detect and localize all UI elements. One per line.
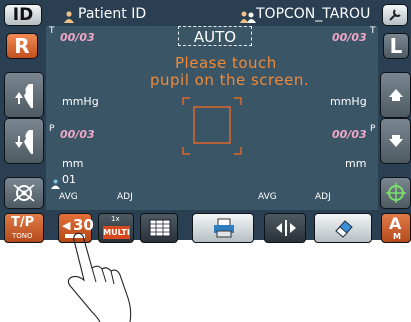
unit-mm-left: mm xyxy=(62,157,84,170)
operator-name: TOPCON_TAROU xyxy=(256,6,371,22)
wrench-icon xyxy=(389,9,401,21)
print-button[interactable] xyxy=(192,213,254,243)
manual-mode-label: M xyxy=(393,232,401,241)
pupil-target-reticle xyxy=(182,97,242,155)
count-arrow-icon: ◀ xyxy=(62,219,71,232)
touching-hand-icon xyxy=(67,232,132,322)
adj-label-right: ADJ xyxy=(315,192,331,202)
align-button[interactable] xyxy=(264,213,306,243)
multi-count-label: 1x xyxy=(111,215,120,223)
left-eye-button[interactable]: L xyxy=(383,33,409,59)
avg-label-left: AVG xyxy=(59,192,78,202)
patient-icon xyxy=(64,8,74,23)
chin-rest-up-icon xyxy=(15,84,33,108)
tono-pachy-label: T/P xyxy=(11,215,35,230)
align-arrows-icon xyxy=(276,220,296,236)
tools-button[interactable] xyxy=(382,4,408,26)
chin-rest-down-icon xyxy=(15,130,33,154)
scroll-up-button[interactable] xyxy=(380,72,411,118)
adj-label-left: ADJ xyxy=(117,192,133,202)
device-settings-icon xyxy=(13,184,35,202)
clear-data-button[interactable] xyxy=(314,213,372,243)
move-down-button[interactable] xyxy=(4,118,44,164)
scroll-down-button[interactable] xyxy=(380,118,411,164)
pachy-label-left: P xyxy=(49,124,55,134)
pachy-label-right: P xyxy=(370,124,376,134)
id-button[interactable]: ID xyxy=(4,4,42,26)
move-up-button[interactable] xyxy=(4,72,44,118)
settings-gear-button[interactable] xyxy=(4,177,44,209)
pachy-count-right: 00/03 xyxy=(332,128,367,141)
pachy-count-left: 00/03 xyxy=(60,128,95,141)
patient-number-icon xyxy=(51,174,60,189)
arrow-down-icon xyxy=(388,135,403,147)
auto-mode-label: A xyxy=(389,214,402,233)
tono-pachy-button[interactable]: T/P TONO xyxy=(4,213,44,243)
right-eye-button[interactable]: R xyxy=(6,33,38,59)
tono-sub-label: TONO xyxy=(12,232,33,240)
eraser-icon xyxy=(335,220,353,238)
mode-indicator: AUTO xyxy=(178,26,252,46)
auto-manual-button[interactable]: A M xyxy=(381,213,411,243)
alignment-target-button[interactable] xyxy=(380,177,411,209)
operator-icon xyxy=(240,8,256,23)
tono-count-left: 00/03 xyxy=(60,31,95,44)
table-list-icon xyxy=(149,219,171,237)
tono-count-right: 00/03 xyxy=(332,31,367,44)
crosshair-icon xyxy=(385,183,406,203)
tono-label-right: T xyxy=(370,26,376,36)
avg-label-right: AVG xyxy=(258,192,277,202)
printer-icon xyxy=(214,218,234,238)
instruction-line-1: Please touch xyxy=(175,54,277,72)
patient-number: 01 xyxy=(62,173,76,186)
tono-label-left: T xyxy=(49,26,55,36)
arrow-up-icon xyxy=(388,89,403,101)
instruction-line-2: pupil on the screen. xyxy=(150,71,310,89)
unit-mmhg-right: mmHg xyxy=(330,95,367,108)
unit-mm-right: mm xyxy=(345,157,367,170)
unit-mmhg-left: mmHg xyxy=(62,95,99,108)
device-screen: ID R L Patient ID TOPCON_TAROU AUTO T 00… xyxy=(0,0,411,240)
patient-id-label: Patient ID xyxy=(78,6,147,22)
